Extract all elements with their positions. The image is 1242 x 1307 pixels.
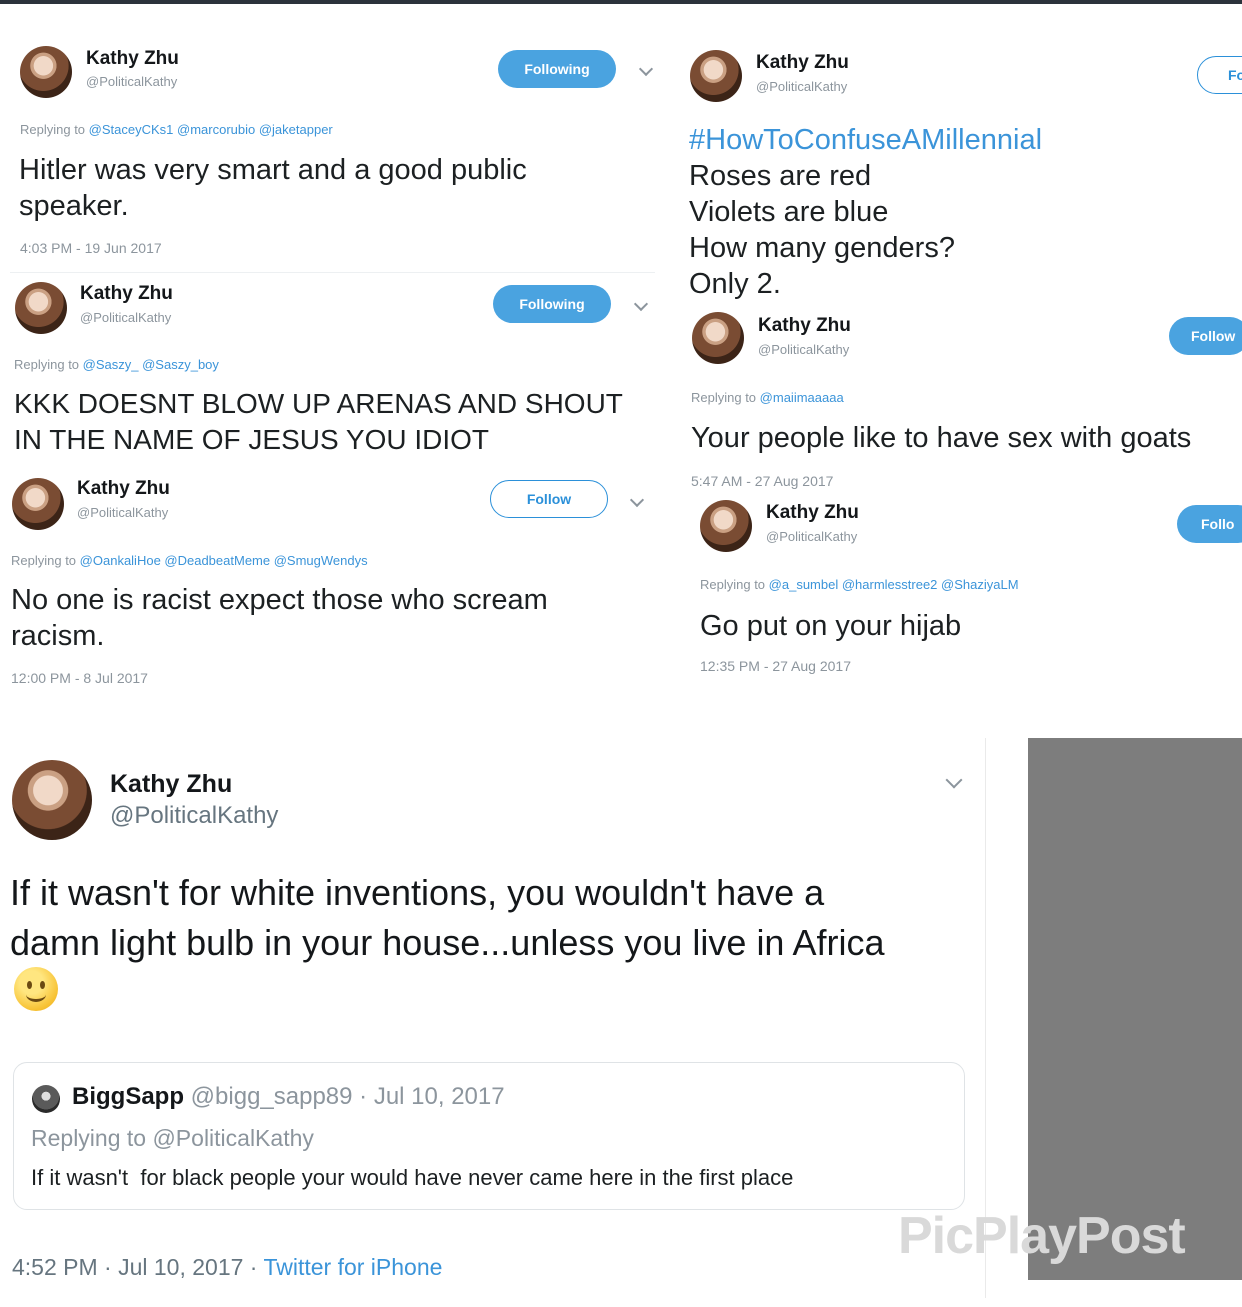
tweet-genders: Kathy Zhu @PoliticalKathy Follo #HowToCo… bbox=[670, 36, 1242, 306]
author-handle[interactable]: @PoliticalKathy bbox=[758, 342, 849, 357]
chevron-down-icon[interactable] bbox=[633, 296, 649, 312]
follow-button[interactable]: Follo bbox=[1177, 505, 1242, 543]
poem-line: Only 2. bbox=[689, 268, 781, 300]
avatar bbox=[32, 1085, 60, 1113]
replying-to: Replying to @PoliticalKathy bbox=[31, 1125, 314, 1151]
author-handle[interactable]: @PoliticalKathy bbox=[110, 802, 278, 830]
avatar[interactable] bbox=[12, 760, 92, 840]
timestamp[interactable]: 5:47 AM - 27 Aug 2017 bbox=[691, 473, 833, 489]
author-handle[interactable]: @PoliticalKathy bbox=[80, 310, 171, 325]
following-button[interactable]: Following bbox=[498, 50, 616, 88]
tweet-hijab: Kathy Zhu @PoliticalKathy Follo Replying… bbox=[670, 496, 1242, 696]
replying-label: Replying to bbox=[14, 357, 80, 372]
avatar[interactable] bbox=[692, 312, 744, 364]
author-name[interactable]: Kathy Zhu bbox=[758, 315, 851, 337]
tweet-text: No one is racist expect those who scream… bbox=[11, 584, 548, 653]
avatar[interactable] bbox=[12, 478, 64, 530]
tweet-text: KKK DOESNT BLOW UP ARENAS AND SHOUT IN T… bbox=[14, 388, 623, 456]
gray-panel bbox=[1028, 738, 1242, 1280]
avatar[interactable] bbox=[700, 500, 752, 552]
tweet-goats: Kathy Zhu @PoliticalKathy Follow Replyin… bbox=[670, 306, 1242, 496]
timestamp[interactable]: 4:52 PM · Jul 10, 2017 · bbox=[12, 1254, 263, 1280]
author-name[interactable]: Kathy Zhu bbox=[110, 770, 232, 799]
replying-label: Replying to bbox=[691, 390, 757, 405]
following-button[interactable]: Following bbox=[493, 285, 611, 323]
replying-to: Replying to @StaceyCKs1 @marcorubio @jak… bbox=[20, 122, 333, 137]
chevron-down-icon[interactable] bbox=[945, 771, 963, 789]
reply-mentions[interactable]: @a_sumbel @harmlesstree2 @ShaziyaLM bbox=[769, 577, 1019, 592]
avatar[interactable] bbox=[15, 282, 67, 334]
reply-mentions[interactable]: @OankaliHoe @DeadbeatMeme @SmugWendys bbox=[80, 553, 368, 568]
tweet-text: #HowToConfuseAMillennial Roses are red V… bbox=[689, 122, 1229, 302]
tweet-text: Your people like to have sex with goats bbox=[691, 422, 1192, 454]
reply-mentions[interactable]: @StaceyCKs1 @marcorubio @jaketapper bbox=[89, 122, 333, 137]
quote-author: BiggSapp @bigg_sapp89 · Jul 10, 2017 bbox=[72, 1083, 505, 1111]
author-handle[interactable]: @PoliticalKathy bbox=[77, 505, 168, 520]
author-name[interactable]: Kathy Zhu bbox=[756, 52, 849, 74]
replying-to: Replying to @OankaliHoe @DeadbeatMeme @S… bbox=[11, 553, 368, 568]
replying-label: Replying to bbox=[20, 122, 86, 137]
poem-line: How many genders? bbox=[689, 232, 955, 264]
tweet-main: Kathy Zhu @PoliticalKathy If it wasn't f… bbox=[0, 738, 985, 1307]
top-bar bbox=[0, 0, 1242, 4]
replying-label: Replying to bbox=[11, 553, 77, 568]
replying-to: Replying to @maiimaaaaa bbox=[691, 390, 844, 405]
replying-label: Replying to bbox=[700, 577, 766, 592]
poem-line: Roses are red bbox=[689, 160, 872, 192]
timestamp[interactable]: 12:35 PM - 27 Aug 2017 bbox=[700, 658, 851, 674]
quoted-tweet[interactable]: BiggSapp @bigg_sapp89 · Jul 10, 2017 Rep… bbox=[13, 1062, 965, 1210]
chevron-down-icon[interactable] bbox=[638, 61, 654, 77]
replying-to: Replying to @Saszy_ @Saszy_boy bbox=[14, 357, 219, 372]
author-meta: @bigg_sapp89 · Jul 10, 2017 bbox=[190, 1083, 505, 1110]
chevron-down-icon[interactable] bbox=[629, 492, 645, 508]
watermark: PicPlayPost bbox=[898, 1207, 1186, 1265]
smiley-emoji-icon bbox=[14, 967, 58, 1011]
author-handle[interactable]: @PoliticalKathy bbox=[756, 79, 847, 94]
reply-mentions[interactable]: @Saszy_ @Saszy_boy bbox=[83, 357, 219, 372]
tweet-footer: 4:52 PM · Jul 10, 2017 · Twitter for iPh… bbox=[12, 1254, 442, 1281]
tweet-text: Go put on your hijab bbox=[700, 610, 962, 642]
timestamp[interactable]: 12:00 PM - 8 Jul 2017 bbox=[11, 670, 148, 686]
follow-button[interactable]: Follo bbox=[1197, 56, 1242, 94]
replying-to: Replying to @a_sumbel @harmlesstree2 @Sh… bbox=[700, 577, 1019, 592]
tweet-text: Hitler was very smart and a good public … bbox=[19, 154, 527, 223]
follow-button[interactable]: Follow bbox=[1169, 317, 1242, 355]
avatar[interactable] bbox=[690, 50, 742, 102]
author-handle[interactable]: @PoliticalKathy bbox=[766, 529, 857, 544]
tweet-text-line: If it wasn't for white inventions, you w… bbox=[10, 872, 825, 913]
author-name[interactable]: Kathy Zhu bbox=[80, 283, 173, 305]
follow-button[interactable]: Follow bbox=[490, 480, 608, 518]
avatar[interactable] bbox=[20, 46, 72, 98]
tweet-kkk: Kathy Zhu @PoliticalKathy Following Repl… bbox=[0, 272, 660, 467]
timestamp[interactable]: 4:03 PM - 19 Jun 2017 bbox=[20, 240, 162, 256]
tweet-text: If it wasn't for white inventions, you w… bbox=[10, 868, 970, 968]
author-name[interactable]: Kathy Zhu bbox=[77, 478, 170, 500]
reply-mentions[interactable]: @maiimaaaaa bbox=[760, 390, 844, 405]
author-name[interactable]: Kathy Zhu bbox=[766, 502, 859, 524]
author-handle[interactable]: @PoliticalKathy bbox=[86, 74, 177, 89]
poem-line: Violets are blue bbox=[689, 196, 889, 228]
hashtag-link[interactable]: #HowToConfuseAMillennial bbox=[689, 122, 1229, 158]
tweet-hitler: Kathy Zhu @PoliticalKathy Following Repl… bbox=[0, 36, 660, 271]
author-name[interactable]: Kathy Zhu bbox=[86, 48, 179, 70]
author-name: BiggSapp bbox=[72, 1083, 184, 1110]
tweet-racism: Kathy Zhu @PoliticalKathy Follow Replyin… bbox=[0, 468, 660, 693]
quote-text: If it wasn't for black people your would… bbox=[31, 1165, 794, 1190]
source-link[interactable]: Twitter for iPhone bbox=[263, 1254, 442, 1280]
tweet-text-line: damn light bulb in your house...unless y… bbox=[10, 922, 885, 963]
